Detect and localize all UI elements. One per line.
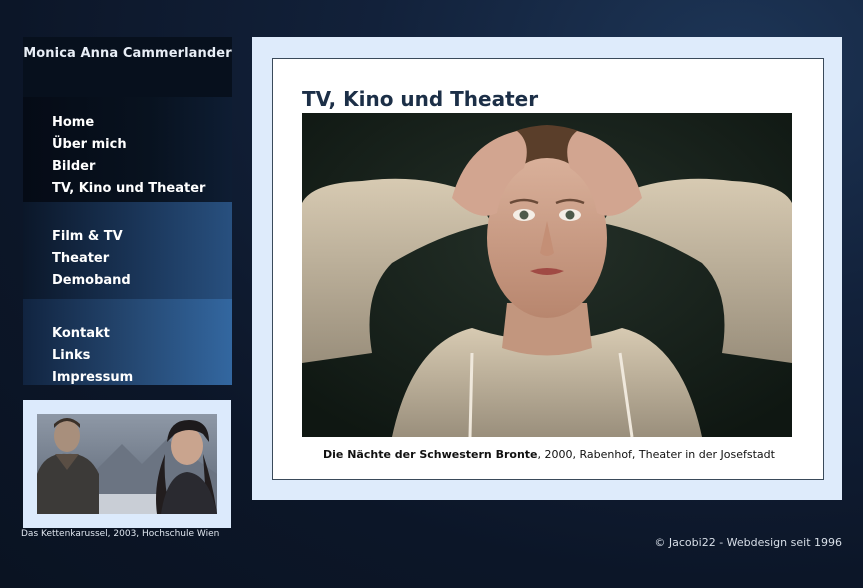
- nav-item-ueber-mich[interactable]: Über mich: [52, 134, 232, 156]
- nav-item-home[interactable]: Home: [52, 112, 232, 134]
- thumbnail-caption: Das Kettenkarussel, 2003, Hochschule Wie…: [21, 529, 220, 539]
- nav-item-impressum[interactable]: Impressum: [52, 367, 232, 389]
- content-box: TV, Kino und Theater Die Nächte der Schw…: [272, 58, 824, 480]
- nav-group-media: Film & TV Theater Demoband: [23, 202, 232, 299]
- nav-item-kontakt[interactable]: Kontakt: [52, 323, 232, 345]
- nav-item-film-tv[interactable]: Film & TV: [52, 226, 232, 248]
- site-title: Monica Anna Cammerlander: [23, 46, 232, 61]
- nav-item-theater[interactable]: Theater: [52, 248, 232, 270]
- thumbnail-photo[interactable]: [37, 414, 217, 514]
- nav-item-links[interactable]: Links: [52, 345, 232, 367]
- nav-item-tv-kino-theater[interactable]: TV, Kino und Theater: [52, 178, 232, 200]
- nav-group-info: Kontakt Links Impressum: [23, 299, 232, 385]
- thumbnail-frame: [23, 400, 231, 528]
- nav-group-main: Home Über mich Bilder TV, Kino und Theat…: [23, 97, 232, 202]
- hero-image: [302, 113, 792, 437]
- footer-copyright: © Jacobi22 - Webdesign seit 1996: [654, 536, 842, 549]
- thumbnail-image: [37, 414, 217, 514]
- hero-caption-details: , 2000, Rabenhof, Theater in der Josefst…: [537, 448, 775, 461]
- sidebar: Monica Anna Cammerlander Home Über mich …: [23, 37, 232, 385]
- nav-item-demoband[interactable]: Demoband: [52, 270, 232, 292]
- main-panel: TV, Kino und Theater Die Nächte der Schw…: [252, 37, 842, 500]
- nav-item-bilder[interactable]: Bilder: [52, 156, 232, 178]
- hero-photo: [302, 113, 792, 437]
- hero-caption-title: Die Nächte der Schwestern Bronte: [323, 448, 538, 461]
- hero-caption: Die Nächte der Schwestern Bronte, 2000, …: [273, 448, 825, 461]
- page-title: TV, Kino und Theater: [302, 87, 539, 111]
